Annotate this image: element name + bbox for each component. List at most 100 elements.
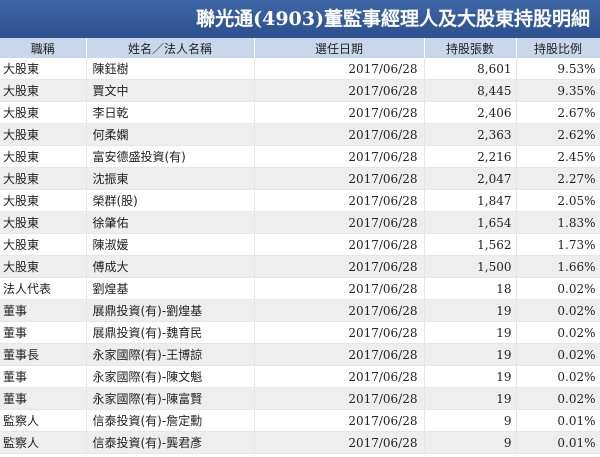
table-row: 董事 永家國際(有)-陳富賢 2017/06/28 19 0.02% <box>0 387 600 410</box>
role-cell: 董事 <box>0 365 87 388</box>
date-cell: 2017/06/28 <box>254 123 425 146</box>
date-cell: 2017/06/28 <box>254 365 425 388</box>
percent-cell: 0.02% <box>516 343 600 366</box>
role-cell: 大股東 <box>0 167 87 190</box>
role-cell: 董事 <box>0 299 87 322</box>
table-row: 董事 展鼎投資(有)-劉煌基 2017/06/28 19 0.02% <box>0 299 600 322</box>
shares-cell: 8,445 <box>424 79 517 102</box>
role-cell: 董事長 <box>0 343 87 366</box>
shares-cell: 1,500 <box>424 255 517 278</box>
shares-cell: 2,406 <box>424 101 517 124</box>
name-cell: 徐肇佑 <box>86 211 255 234</box>
role-cell: 大股東 <box>0 145 87 168</box>
page-title: 聯光通(4903)董監事經理人及大股東持股明細 <box>0 0 600 38</box>
date-cell: 2017/06/28 <box>254 233 425 256</box>
table-header-row: 職稱 姓名／法人名稱 選任日期 持股張數 持股比例 <box>0 38 600 58</box>
shares-cell: 19 <box>424 387 517 410</box>
percent-cell: 1.66% <box>516 255 600 278</box>
role-cell: 大股東 <box>0 101 87 124</box>
date-cell: 2017/06/28 <box>254 211 425 234</box>
percent-cell: 0.01% <box>516 409 600 432</box>
date-cell: 2017/06/28 <box>254 343 425 366</box>
table-row: 董事長 永家國際(有)-王博諒 2017/06/28 19 0.02% <box>0 343 600 366</box>
role-cell: 大股東 <box>0 58 87 80</box>
name-cell: 劉煌基 <box>86 277 255 300</box>
shares-cell: 1,562 <box>424 233 517 256</box>
role-cell: 大股東 <box>0 189 87 212</box>
date-cell: 2017/06/28 <box>254 145 425 168</box>
shares-cell: 19 <box>424 321 517 344</box>
column-header-name: 姓名／法人名稱 <box>86 38 255 58</box>
percent-cell: 0.02% <box>516 365 600 388</box>
percent-cell: 9.53% <box>516 58 600 80</box>
date-cell: 2017/06/28 <box>254 431 425 454</box>
column-header-date: 選任日期 <box>254 38 425 58</box>
table-row: 大股東 傅成大 2017/06/28 1,500 1.66% <box>0 255 600 278</box>
percent-cell: 0.02% <box>516 299 600 322</box>
date-cell: 2017/06/28 <box>254 189 425 212</box>
percent-cell: 2.05% <box>516 189 600 212</box>
role-cell: 監察人 <box>0 409 87 432</box>
name-cell: 陳淑媛 <box>86 233 255 256</box>
date-cell: 2017/06/28 <box>254 409 425 432</box>
name-cell: 信泰投資(有)-詹定勳 <box>86 409 255 432</box>
percent-cell: 9.35% <box>516 79 600 102</box>
name-cell: 沈振東 <box>86 167 255 190</box>
name-cell: 陳鈺樹 <box>86 58 255 80</box>
name-cell: 何柔嫻 <box>86 123 255 146</box>
name-cell: 榮群(股) <box>86 189 255 212</box>
table-row: 大股東 沈振東 2017/06/28 2,047 2.27% <box>0 167 600 190</box>
table-row: 董事 永家國際(有)-陳文魁 2017/06/28 19 0.02% <box>0 365 600 388</box>
role-cell: 大股東 <box>0 79 87 102</box>
shares-cell: 19 <box>424 365 517 388</box>
date-cell: 2017/06/28 <box>254 101 425 124</box>
table-row: 大股東 富安德盛投資(有) 2017/06/28 2,216 2.45% <box>0 145 600 168</box>
shares-cell: 9 <box>424 431 517 454</box>
name-cell: 展鼎投資(有)-劉煌基 <box>86 299 255 322</box>
shares-cell: 8,601 <box>424 58 517 80</box>
percent-cell: 0.01% <box>516 431 600 454</box>
column-header-shares: 持股張數 <box>424 38 517 58</box>
percent-cell: 1.83% <box>516 211 600 234</box>
shares-cell: 18 <box>424 277 517 300</box>
table-row: 大股東 榮群(股) 2017/06/28 1,847 2.05% <box>0 189 600 212</box>
name-cell: 李日乾 <box>86 101 255 124</box>
shares-cell: 2,047 <box>424 167 517 190</box>
table-row: 大股東 李日乾 2017/06/28 2,406 2.67% <box>0 101 600 124</box>
column-header-role: 職稱 <box>0 38 87 58</box>
date-cell: 2017/06/28 <box>254 79 425 102</box>
table-row: 大股東 賈文中 2017/06/28 8,445 9.35% <box>0 79 600 102</box>
name-cell: 永家國際(有)-王博諒 <box>86 343 255 366</box>
role-cell: 大股東 <box>0 255 87 278</box>
shares-cell: 1,654 <box>424 211 517 234</box>
role-cell: 監察人 <box>0 431 87 454</box>
role-cell: 董事 <box>0 321 87 344</box>
date-cell: 2017/06/28 <box>254 167 425 190</box>
table-row: 大股東 陳鈺樹 2017/06/28 8,601 9.53% <box>0 58 600 80</box>
percent-cell: 0.02% <box>516 321 600 344</box>
percent-cell: 0.02% <box>516 387 600 410</box>
table-row: 董事 展鼎投資(有)-魏育民 2017/06/28 19 0.02% <box>0 321 600 344</box>
role-cell: 大股東 <box>0 211 87 234</box>
percent-cell: 1.73% <box>516 233 600 256</box>
role-cell: 大股東 <box>0 123 87 146</box>
role-cell: 法人代表 <box>0 277 87 300</box>
name-cell: 傅成大 <box>86 255 255 278</box>
name-cell: 永家國際(有)-陳富賢 <box>86 387 255 410</box>
date-cell: 2017/06/28 <box>254 255 425 278</box>
table-row: 大股東 何柔嫻 2017/06/28 2,363 2.62% <box>0 123 600 146</box>
role-cell: 董事 <box>0 387 87 410</box>
shares-cell: 19 <box>424 299 517 322</box>
percent-cell: 2.67% <box>516 101 600 124</box>
table-row: 監察人 信泰投資(有)-龔君彥 2017/06/28 9 0.01% <box>0 431 600 454</box>
name-cell: 富安德盛投資(有) <box>86 145 255 168</box>
shares-cell: 9 <box>424 409 517 432</box>
shareholding-table: 職稱 姓名／法人名稱 選任日期 持股張數 持股比例 大股東 陳鈺樹 2017/06/… <box>0 38 600 454</box>
name-cell: 賈文中 <box>86 79 255 102</box>
table-row: 大股東 陳淑媛 2017/06/28 1,562 1.73% <box>0 233 600 256</box>
role-cell: 大股東 <box>0 233 87 256</box>
percent-cell: 2.45% <box>516 145 600 168</box>
shares-cell: 19 <box>424 343 517 366</box>
date-cell: 2017/06/28 <box>254 58 425 80</box>
name-cell: 信泰投資(有)-龔君彥 <box>86 431 255 454</box>
